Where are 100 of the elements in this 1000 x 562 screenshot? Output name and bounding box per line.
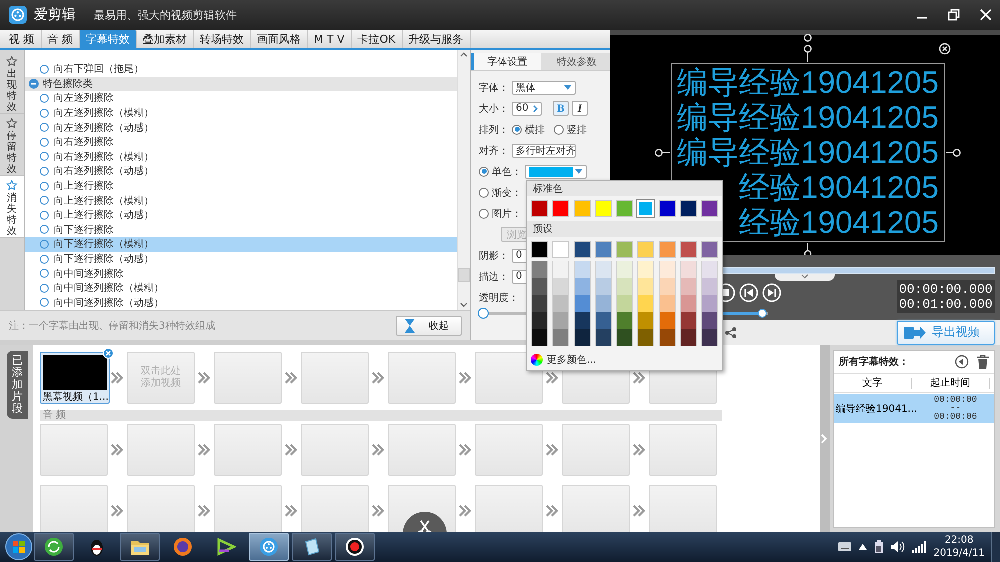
color-swatch[interactable] <box>594 200 612 218</box>
color-swatch[interactable] <box>616 294 634 312</box>
color-swatch[interactable] <box>531 294 548 312</box>
color-swatch[interactable] <box>680 240 698 258</box>
color-swatch[interactable] <box>552 200 570 218</box>
align-dropdown[interactable]: 多行时左对齐 <box>512 144 576 158</box>
film-reel-icon[interactable] <box>259 537 279 557</box>
effect-item[interactable]: 向左逐列擦除 <box>25 91 457 106</box>
sync-icon[interactable] <box>44 537 64 557</box>
effect-item[interactable]: 向上逐行擦除（动感） <box>25 208 457 223</box>
restore-icon[interactable] <box>948 9 960 21</box>
color-swatch[interactable] <box>594 240 612 258</box>
rotate-handle[interactable] <box>803 34 813 62</box>
record-icon[interactable] <box>345 537 365 557</box>
effect-item[interactable]: 向左逐列擦除（动感） <box>25 120 457 135</box>
clip-panel-tab[interactable]: 已添加片段 <box>7 351 28 420</box>
color-swatch[interactable] <box>658 240 676 258</box>
color-swatch[interactable] <box>701 200 718 218</box>
color-swatch[interactable] <box>658 328 676 346</box>
scrollbar-thumb[interactable] <box>458 268 470 282</box>
color-swatch[interactable] <box>531 260 548 278</box>
color-swatch[interactable] <box>701 240 718 258</box>
color-swatch[interactable] <box>552 260 570 278</box>
effect-group-header[interactable]: 特色擦除类 <box>25 76 457 92</box>
taskbar-button[interactable] <box>292 533 332 561</box>
color-swatch[interactable] <box>701 260 718 278</box>
color-swatch[interactable] <box>637 240 654 258</box>
radio-button[interactable] <box>512 124 522 134</box>
main-tab[interactable]: 叠加素材 <box>137 30 194 48</box>
speaker-icon[interactable] <box>890 541 905 553</box>
color-swatch[interactable] <box>594 260 612 278</box>
effect-item[interactable]: 向下逐行擦除（动感） <box>25 252 457 266</box>
color-swatch[interactable] <box>658 294 676 312</box>
effect-item[interactable]: 向中间逐列擦除（动感） <box>25 296 457 310</box>
color-swatch[interactable] <box>531 240 548 258</box>
effect-category-tab[interactable]: 消失特效 <box>0 176 24 238</box>
collapse-button[interactable]: 收起 <box>396 316 462 336</box>
panel-tab[interactable]: 特效参数 <box>540 53 610 70</box>
color-swatch[interactable] <box>594 278 612 295</box>
color-swatch[interactable] <box>680 260 698 278</box>
resize-handle[interactable] <box>803 243 813 255</box>
color-swatch[interactable] <box>637 294 654 312</box>
color-swatch[interactable] <box>658 278 676 295</box>
keyboard-icon[interactable] <box>838 542 852 552</box>
taskbar-button[interactable] <box>34 533 74 561</box>
start-orb-icon[interactable] <box>4 532 34 562</box>
effect-item[interactable]: 向左逐列擦除（模糊） <box>25 106 457 120</box>
main-tab[interactable]: 升级与服务 <box>402 30 471 48</box>
color-swatch[interactable] <box>574 312 591 329</box>
color-swatch[interactable] <box>701 328 718 346</box>
close-icon[interactable] <box>938 43 951 55</box>
color-swatch[interactable] <box>680 278 698 295</box>
color-swatch[interactable] <box>616 278 634 295</box>
color-swatch[interactable] <box>574 278 591 295</box>
previous-frame-button[interactable] <box>739 283 759 303</box>
color-swatch[interactable] <box>531 328 548 346</box>
more-colors-button[interactable]: 更多颜色... <box>527 350 722 370</box>
battery-icon[interactable] <box>874 540 884 554</box>
effect-item[interactable]: 向右逐列擦除 <box>25 134 457 150</box>
radio-button[interactable] <box>479 166 489 176</box>
color-swatch[interactable] <box>594 328 612 346</box>
color-swatch[interactable] <box>680 328 698 346</box>
taskbar-button[interactable] <box>335 533 375 561</box>
color-swatch[interactable] <box>574 260 591 278</box>
scroll-down-icon[interactable] <box>459 300 469 310</box>
color-swatch[interactable] <box>616 328 634 346</box>
remove-clip-icon[interactable] <box>103 348 114 359</box>
color-swatch[interactable] <box>680 312 698 329</box>
color-swatch[interactable] <box>552 240 570 258</box>
color-swatch[interactable] <box>616 200 634 218</box>
signal-icon[interactable] <box>912 541 926 553</box>
color-swatch[interactable] <box>680 294 698 312</box>
color-swatch[interactable] <box>616 312 634 329</box>
panel-tab[interactable]: 字体设置 <box>471 53 540 70</box>
effect-item[interactable]: 向上逐行擦除（模糊） <box>25 193 457 208</box>
main-tab[interactable]: M T V <box>308 30 352 48</box>
main-tab[interactable]: 卡拉OK <box>352 30 403 48</box>
effect-item[interactable]: 向右逐列擦除（动感） <box>25 164 457 179</box>
color-swatch[interactable] <box>658 200 676 218</box>
trash-icon[interactable] <box>977 355 989 369</box>
effect-item[interactable]: 向中间逐列擦除 <box>25 266 457 281</box>
size-field[interactable]: 60 <box>512 102 542 116</box>
color-swatch[interactable] <box>574 240 591 258</box>
play-icon[interactable] <box>216 537 236 557</box>
show-hidden-icon[interactable] <box>858 544 867 550</box>
share-icon[interactable] <box>725 326 737 338</box>
color-swatch[interactable] <box>594 312 612 329</box>
collapse-tab[interactable] <box>775 274 835 281</box>
subtitle-row[interactable]: 编导经验19041... 00:00:00 -- 00:00:06 <box>834 394 994 423</box>
color-swatch[interactable] <box>637 312 654 329</box>
color-swatch[interactable] <box>658 312 676 329</box>
color-swatch[interactable] <box>531 200 548 218</box>
main-tab[interactable]: 画面风格 <box>251 30 308 48</box>
main-tab[interactable]: 转场特效 <box>194 30 251 48</box>
color-dropdown[interactable] <box>525 164 587 178</box>
radio-button[interactable] <box>479 188 489 198</box>
font-dropdown[interactable]: 黑体 <box>512 80 576 94</box>
globe-icon[interactable] <box>173 537 193 557</box>
color-swatch[interactable] <box>552 312 570 329</box>
effect-item[interactable]: 向下逐行擦除 <box>25 222 457 238</box>
